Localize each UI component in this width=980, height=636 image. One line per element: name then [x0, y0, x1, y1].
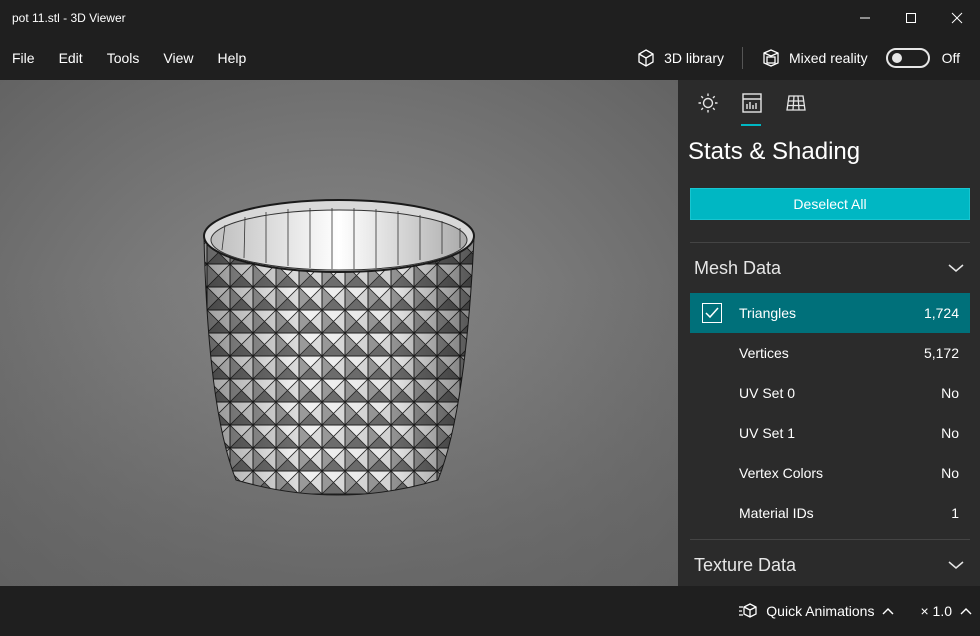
sun-icon [698, 93, 718, 113]
stat-label: Vertices [739, 345, 789, 361]
mixed-reality-toggle[interactable] [885, 48, 930, 68]
grid-icon [786, 95, 806, 111]
tab-stats[interactable] [730, 80, 774, 126]
maximize-button[interactable] [888, 0, 934, 36]
stat-row-vertices[interactable]: Vertices 5,172 [690, 333, 970, 373]
stats-icon [742, 93, 762, 113]
cube-icon [638, 49, 654, 67]
quick-animations-button[interactable]: Quick Animations [738, 586, 894, 636]
stat-label: Material IDs [739, 505, 814, 521]
minimize-button[interactable] [842, 0, 888, 36]
deselect-all-button[interactable]: Deselect All [690, 188, 970, 220]
panel-tabs [678, 80, 980, 126]
tab-lighting[interactable] [686, 80, 730, 126]
mixed-reality-button[interactable]: Mixed reality [747, 36, 882, 80]
menu-file[interactable]: File [0, 36, 47, 80]
3d-viewport[interactable] [0, 80, 678, 586]
3d-library-button[interactable]: 3D library [622, 36, 738, 80]
close-icon [951, 12, 963, 24]
checkmark-icon [705, 307, 719, 319]
texture-data-header[interactable]: Texture Data [694, 540, 964, 590]
stat-label: UV Set 1 [739, 425, 796, 441]
animation-icon [739, 603, 757, 618]
window-title: pot 11.stl - 3D Viewer [12, 11, 126, 25]
mixed-reality-label: Mixed reality [788, 50, 868, 66]
animation-speed-button[interactable]: × 1.0 [920, 603, 972, 619]
pot-model[interactable] [0, 80, 678, 586]
minimize-icon [860, 17, 870, 19]
close-button[interactable] [934, 0, 980, 36]
chevron-up-icon [960, 608, 972, 615]
menu-help[interactable]: Help [205, 36, 258, 80]
stat-row-vertex-colors[interactable]: Vertex Colors No [690, 453, 970, 493]
menu-tools[interactable]: Tools [95, 36, 152, 80]
stat-value: 1,724 [923, 305, 959, 321]
mesh-data-label: Mesh Data [694, 257, 782, 278]
stat-row-material-ids[interactable]: Material IDs 1 [690, 493, 970, 533]
mixed-reality-icon [763, 49, 779, 67]
stat-label: UV Set 0 [739, 385, 796, 401]
tab-grid[interactable] [774, 80, 818, 126]
toggle-state-label: Off [941, 50, 960, 66]
stat-value: No [941, 465, 959, 481]
chevron-down-icon [948, 264, 964, 272]
triangles-checkbox[interactable] [702, 303, 722, 323]
stat-value: No [941, 425, 959, 441]
menu-edit[interactable]: Edit [47, 36, 95, 80]
stat-value: No [941, 385, 959, 401]
menu-view[interactable]: View [151, 36, 205, 80]
stat-value: 1 [951, 505, 959, 521]
chevron-up-icon [882, 608, 894, 615]
status-bar: Quick Animations × 1.0 [0, 586, 980, 636]
speed-label: × 1.0 [920, 603, 952, 619]
maximize-icon [906, 13, 916, 23]
chevron-down-icon [948, 561, 964, 569]
stat-row-uv-set-1[interactable]: UV Set 1 No [690, 413, 970, 453]
menu-bar: File Edit Tools View Help 3D library Mix… [0, 36, 980, 80]
toggle-knob [891, 53, 902, 63]
stat-row-triangles[interactable]: Triangles 1,724 [690, 293, 970, 333]
3d-library-label: 3D library [664, 50, 724, 66]
panel-title: Stats & Shading [688, 138, 861, 165]
title-bar: pot 11.stl - 3D Viewer [0, 0, 980, 36]
stat-value: 5,172 [923, 345, 959, 361]
stat-label: Vertex Colors [739, 465, 824, 481]
stat-label: Triangles [739, 305, 797, 321]
stat-row-uv-set-0[interactable]: UV Set 0 No [690, 373, 970, 413]
texture-data-label: Texture Data [694, 554, 797, 575]
quick-animations-label: Quick Animations [766, 603, 875, 619]
stats-panel: Stats & Shading Deselect All Mesh Data T… [678, 80, 980, 586]
mesh-data-header[interactable]: Mesh Data [694, 243, 964, 293]
toolbar-divider [741, 47, 743, 69]
